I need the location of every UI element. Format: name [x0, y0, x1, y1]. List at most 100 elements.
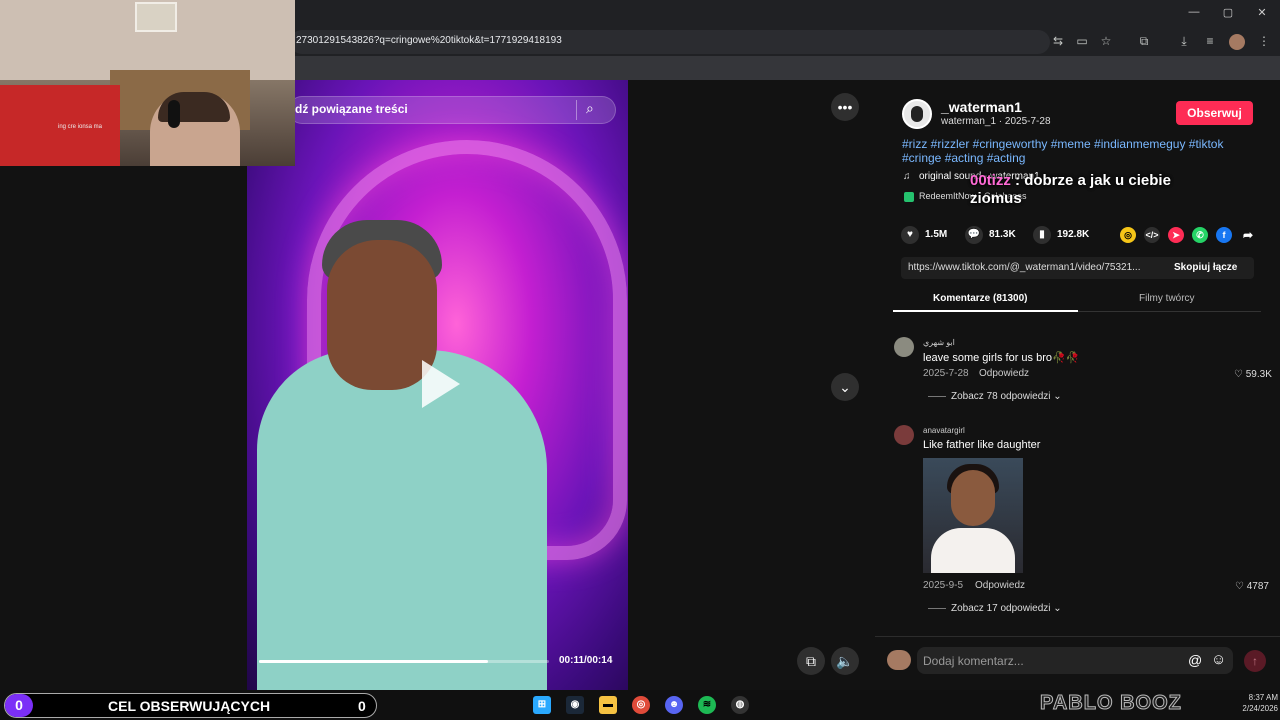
more-options-icon[interactable]: ••• [831, 93, 859, 121]
close-window-button[interactable]: ✕ [1252, 6, 1272, 19]
file-explorer-icon[interactable]: ▬ [599, 696, 617, 714]
download-icon[interactable]: ⤓ [1176, 34, 1192, 49]
search-divider [576, 100, 577, 120]
floating-player-icon[interactable]: ⧉ [797, 647, 825, 675]
heart-outline-icon[interactable]: ♡ [1235, 581, 1244, 592]
follower-goal-value: 0 [358, 698, 366, 714]
webcam-picture-frame [135, 2, 177, 32]
replies-dash [928, 608, 946, 609]
comment-image-face [951, 470, 995, 526]
more-menu-icon[interactable]: ⋮ [1256, 34, 1272, 48]
next-video-chevron-down-icon[interactable]: ⌄ [831, 373, 859, 401]
reply-button[interactable]: Odpowiedz [975, 580, 1025, 591]
view-replies-button[interactable]: Zobacz 78 odpowiedzi ⌄ [951, 391, 1062, 402]
tab-creator-videos[interactable]: Filmy twórcy [1139, 293, 1195, 304]
comment-like[interactable]: ♡ 4787 [1235, 581, 1269, 592]
chat-message: : dobrze a jak u ciebie [1010, 172, 1171, 189]
creator-handle-date: waterman_1 · 2025-7-28 [941, 116, 1051, 127]
chat-message-line2: ziomus [970, 190, 1022, 207]
media-control-icon[interactable]: ≡ [1202, 34, 1218, 48]
comment-image-dress [931, 528, 1015, 573]
view-replies-label[interactable]: Zobacz 78 odpowiedzi [951, 391, 1051, 402]
minimize-button[interactable]: — [1184, 6, 1204, 18]
save-count: 192.8K [1057, 229, 1090, 240]
streamer-logo: PABLO BOOZ [1040, 692, 1182, 715]
taskbar-clock[interactable]: 8:37 AM 2/24/2026 [1238, 692, 1278, 714]
video-link-url[interactable]: https://www.tiktok.com/@_waterman1/video… [908, 262, 1140, 273]
chevron-down-icon: ⌄ [1053, 603, 1062, 614]
comment-date: 2025-9-5 [923, 580, 964, 591]
heart-outline-icon[interactable]: ♡ [1234, 369, 1243, 380]
comment-text: leave some girls for us bro🥀🥀 [923, 352, 1080, 364]
play-icon[interactable] [422, 360, 460, 408]
webcam-label: ing cre ionsa ma [58, 124, 103, 130]
creator-username[interactable]: _waterman1 [941, 99, 1022, 115]
cast-icon[interactable]: ▭ [1074, 34, 1090, 48]
view-replies-button[interactable]: Zobacz 17 odpowiedzi ⌄ [951, 603, 1062, 614]
send-share-icon[interactable]: ➤ [1168, 227, 1184, 243]
translate-icon[interactable]: ⇆ [1050, 34, 1066, 48]
video-player[interactable]: 00:11/00:14 [247, 80, 628, 690]
address-bar-url[interactable]: 27301291543826?q=cringowe%20tiktok&t=177… [296, 35, 562, 46]
follower-goal-count: 0 [5, 694, 33, 717]
copy-link-button[interactable]: Skopiuj łącze [1174, 262, 1237, 273]
mention-icon[interactable]: @ [1188, 652, 1202, 668]
save-stat[interactable]: ▮ 192.8K [1033, 226, 1089, 244]
my-avatar [887, 650, 911, 670]
embed-icon[interactable]: </> [1144, 227, 1160, 243]
windows-start-icon[interactable]: ⊞ [533, 696, 551, 714]
comment-image[interactable] [923, 458, 1023, 573]
steam-icon[interactable]: ◉ [566, 696, 584, 714]
volume-icon[interactable]: 🔈 [831, 647, 859, 675]
video-hashtags[interactable]: #rizz #rizzler #cringeworthy #meme #indi… [902, 137, 1262, 165]
obs-icon[interactable]: ◍ [731, 696, 749, 714]
whatsapp-icon[interactable]: ✆ [1192, 227, 1208, 243]
comment-count: 81.3K [989, 229, 1016, 240]
comment-username[interactable]: anavatargirl [923, 426, 965, 435]
view-replies-label[interactable]: Zobacz 17 odpowiedzi [951, 603, 1051, 614]
bookmark-icon[interactable]: ▮ [1033, 226, 1051, 244]
coin-share-icon[interactable]: ◎ [1120, 227, 1136, 243]
comment-avatar[interactable] [894, 425, 914, 445]
tab-active-indicator [893, 310, 1078, 312]
comment-text: Like father like daughter [923, 439, 1041, 451]
related-search-text[interactable]: dź powiązane treści [295, 102, 408, 116]
profile-avatar[interactable] [1229, 34, 1245, 50]
comment-like-count: 59.3K [1245, 369, 1272, 380]
comment-input[interactable] [917, 647, 1233, 674]
discord-icon[interactable]: ☻ [665, 696, 683, 714]
webcam-headset [168, 100, 180, 128]
send-comment-arrow-icon[interactable]: ↑ [1244, 650, 1266, 672]
maximize-button[interactable]: ▢ [1218, 6, 1238, 19]
like-stat[interactable]: ♥ 1.5M [901, 226, 947, 244]
emoji-icon[interactable]: ☺ [1211, 651, 1226, 668]
music-note-icon: ♫ [903, 171, 911, 182]
comment-date: 2025-7-28 [923, 368, 969, 379]
comment-like[interactable]: ♡ 59.3K [1234, 369, 1272, 380]
heart-icon[interactable]: ♥ [901, 226, 919, 244]
video-progress-fill [259, 660, 489, 663]
webcam-overlay: ing cre ionsa ma [0, 0, 295, 166]
video-person-head [327, 240, 437, 390]
comment-username[interactable]: ابو شهري [923, 338, 955, 347]
comment-avatar[interactable] [894, 337, 914, 357]
extensions-icon[interactable]: ⧉ [1136, 34, 1152, 49]
search-icon[interactable]: ⌕ [586, 100, 594, 117]
facebook-icon[interactable]: f [1216, 227, 1232, 243]
share-arrow-icon[interactable]: ➦ [1240, 227, 1256, 243]
bookmark-star-icon[interactable]: ☆ [1098, 34, 1114, 48]
follower-goal-label: CEL OBSERWUJĄCYCH [108, 698, 271, 714]
follow-button[interactable]: Obserwuj [1176, 101, 1253, 125]
comment-stat[interactable]: 💬 81.3K [965, 226, 1016, 244]
creator-avatar[interactable] [902, 99, 932, 129]
replies-dash [928, 396, 946, 397]
clock-date: 2/24/2026 [1242, 704, 1278, 713]
spotify-icon[interactable]: ≋ [698, 696, 716, 714]
video-progress-bar[interactable] [259, 660, 549, 663]
chrome-icon[interactable]: ◎ [632, 696, 650, 714]
comment-like-count: 4787 [1246, 581, 1269, 592]
tab-comments[interactable]: Komentarze (81300) [933, 293, 1027, 304]
comment-icon[interactable]: 💬 [965, 226, 983, 244]
reply-button[interactable]: Odpowiedz [979, 368, 1029, 379]
chevron-down-icon: ⌄ [1053, 391, 1062, 402]
